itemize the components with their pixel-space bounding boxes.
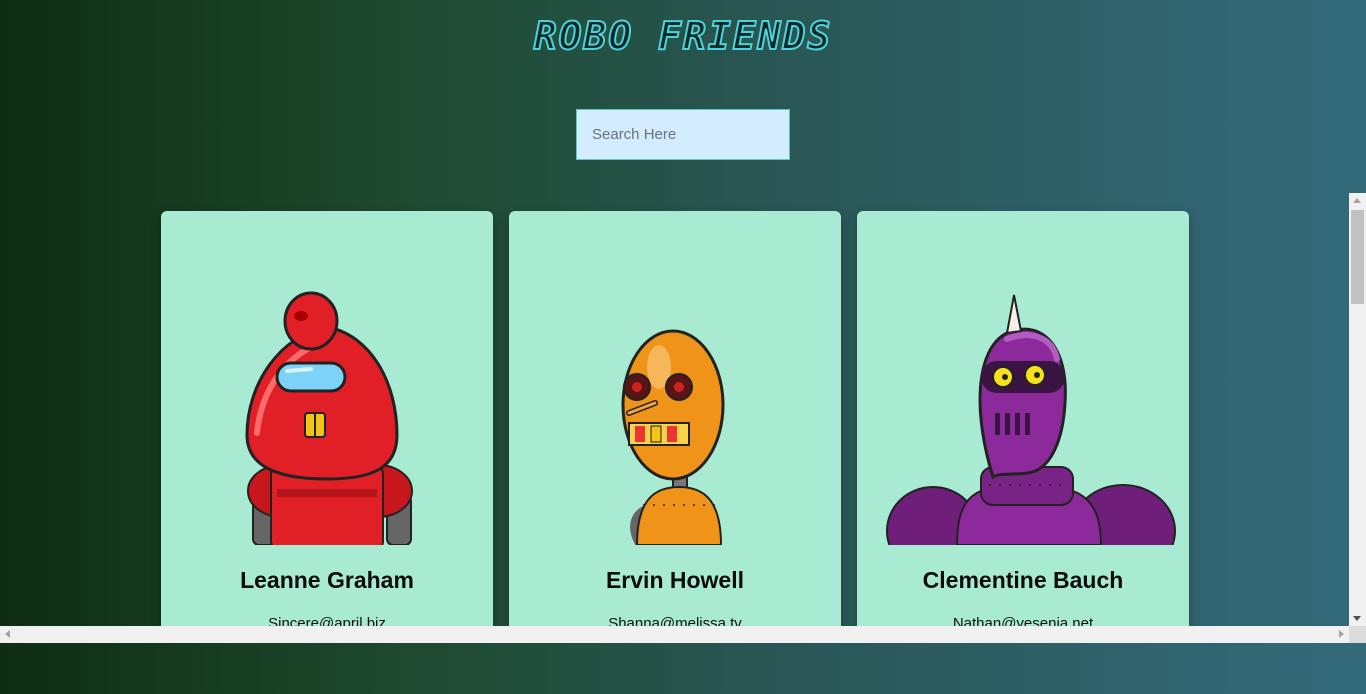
scroll-right-arrow-icon[interactable]	[1339, 630, 1344, 638]
scroll-up-arrow-icon[interactable]	[1353, 198, 1361, 203]
robot-card[interactable]: Leanne Graham Sincere@april.biz	[161, 211, 493, 626]
robot-card[interactable]: Clementine Bauch Nathan@yesenia.net	[857, 211, 1189, 626]
robot-email: Shanna@melissa.tv	[608, 615, 742, 626]
card-list[interactable]: Leanne Graham Sincere@april.biz Ervin Ho…	[0, 193, 1366, 626]
scroll-down-arrow-icon[interactable]	[1353, 616, 1361, 621]
orange-robot-avatar	[509, 263, 841, 545]
horizontal-scrollbar[interactable]	[0, 626, 1349, 643]
robot-email: Sincere@april.biz	[268, 615, 386, 626]
page-title: ROBO FRIENDS	[533, 13, 833, 59]
search-input[interactable]	[576, 109, 790, 160]
scrollbar-corner	[1349, 626, 1366, 643]
robot-name: Clementine Bauch	[922, 567, 1124, 593]
robot-name: Ervin Howell	[605, 567, 745, 593]
scroll-left-arrow-icon[interactable]	[5, 630, 10, 638]
scrollbar-thumb[interactable]	[1351, 210, 1364, 304]
vertical-scrollbar[interactable]	[1349, 193, 1366, 626]
robot-name: Leanne Graham	[240, 567, 414, 593]
robot-email: Nathan@yesenia.net	[952, 615, 1094, 626]
red-robot-avatar	[161, 263, 493, 545]
robot-card[interactable]: Ervin Howell Shanna@melissa.tv	[509, 211, 841, 626]
purple-robot-avatar	[857, 263, 1189, 545]
